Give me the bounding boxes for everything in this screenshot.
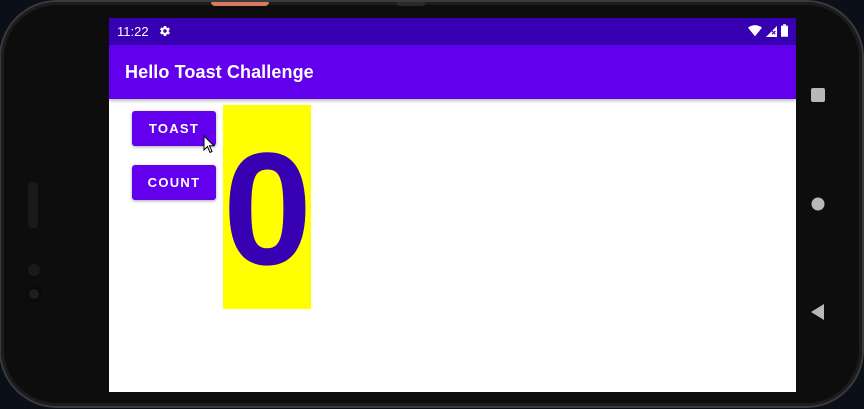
app-bar: Hello Toast Challenge bbox=[109, 45, 796, 99]
status-time: 11:22 bbox=[117, 24, 149, 39]
sensor-dot bbox=[28, 264, 40, 276]
mouse-pointer-icon bbox=[203, 134, 216, 159]
device-screen: 11:22 Hello Toast Challenge TOAST COUNT … bbox=[109, 18, 796, 392]
wifi-icon bbox=[748, 24, 762, 40]
back-triangle-icon[interactable] bbox=[811, 304, 825, 325]
count-value: 0 bbox=[223, 119, 311, 298]
home-circle-icon[interactable] bbox=[811, 197, 825, 216]
emulator-stage: 11:22 Hello Toast Challenge TOAST COUNT … bbox=[0, 0, 864, 409]
power-button[interactable] bbox=[211, 2, 269, 6]
recents-square-icon[interactable] bbox=[811, 88, 825, 107]
gear-icon bbox=[159, 25, 171, 39]
count-button[interactable]: COUNT bbox=[132, 165, 216, 200]
front-camera bbox=[25, 285, 43, 303]
cell-signal-icon bbox=[766, 25, 777, 40]
speaker-grille bbox=[28, 182, 38, 228]
app-title: Hello Toast Challenge bbox=[125, 61, 314, 82]
volume-button[interactable] bbox=[396, 2, 426, 6]
status-icons bbox=[748, 24, 788, 40]
phone-frame: 11:22 Hello Toast Challenge TOAST COUNT … bbox=[1, 2, 862, 406]
status-bar: 11:22 bbox=[109, 18, 796, 45]
count-display: 0 bbox=[223, 105, 311, 309]
battery-icon bbox=[781, 24, 788, 40]
